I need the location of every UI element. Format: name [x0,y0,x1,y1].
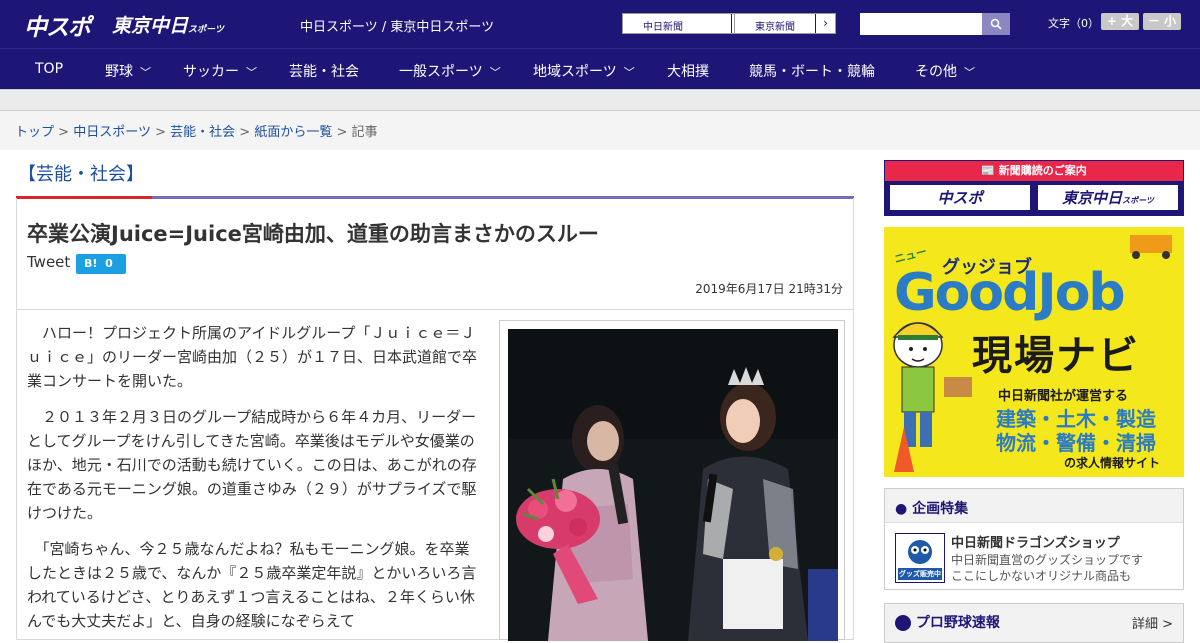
pin-icon: ● [895,501,913,517]
hatena-icon: B! [84,257,98,270]
font-smaller-button[interactable]: － 小 [1143,13,1181,30]
breadcrumb-separator: > [336,125,348,140]
breadcrumb-separator: > [58,125,70,140]
font-bigger-button[interactable]: + 大 [1101,13,1139,30]
article-date: 2019年6月17日 21時31分 [695,282,843,296]
article-header: 卒業公演Juice=Juice宮崎由加、道重の助言まさかのスルー Tweet B… [16,198,854,310]
nav-label: 芸能・社会 [289,64,359,80]
nav-item-top[interactable]: TOP [35,61,63,77]
feature-item-description: 中日新聞直営のグッズショップです ここにしかないオリジナル商品も [951,552,1143,584]
subscribe-tokyo-label: 東京中日 [1062,189,1123,207]
breadcrumb: トップ > 中日スポーツ > 芸能・社会 > 紙面から一覧 > 記事 [0,110,1200,150]
chevron-down-icon: ﹀ [964,66,975,79]
subscription-title: 📰 新聞購読のご案内 [885,161,1183,181]
chevron-down-icon: ﹀ [140,66,151,79]
breadcrumb-separator: > [239,125,251,140]
subscription-title-text: 新聞購読のご案内 [998,164,1087,177]
nav-item-local-sports[interactable]: 地域スポーツ ﹀ [533,61,635,81]
baseball-icon [895,615,911,631]
ad-sub: 現場ナビ [972,333,1140,379]
dragons-shop-thumbnail[interactable]: グッズ販売中 [895,533,945,583]
goodjob-ad-banner[interactable]: グッジョブ ニュー GoodJob 現場ナビ 中日新聞社が運営する 建築・土木・… [884,227,1184,477]
search-input[interactable] [860,13,1010,35]
article-column: 【芸能・社会】 卒業公演Juice=Juice宮崎由加、道重の助言まさかのスルー… [16,150,854,641]
nav-item-general-sports[interactable]: 一般スポーツ ﹀ [399,61,501,81]
breadcrumb-paper-list[interactable]: 紙面から一覧 [254,125,332,140]
ad-line3: の求人情報サイト [1064,456,1161,470]
ad-operator: 中日新聞社が運営する [998,389,1129,404]
concert-photo-illustration [508,329,838,641]
baseball-more-link[interactable]: 詳細 > [1132,613,1173,632]
article-photo[interactable] [499,320,845,641]
feature-box: ● 企画特集 グッズ販売中 中日新聞ドラゴンズショップ 中日新聞直営のグッズショ… [884,488,1184,590]
dragons-thumb-label: グッズ販売中 [899,570,941,578]
nav-label: TOP [35,61,64,77]
tweet-button[interactable]: Tweet [27,253,70,271]
ad-brand: GoodJob [894,263,1126,323]
article-paragraph: ハロー！プロジェクト所属のアイドルグループ「Ｊｕｉｃｅ＝Ｊｕｉｃｅ」のリーダー宮… [27,324,478,390]
nav-item-sumo[interactable]: 大相撲 [667,61,709,81]
breadcrumb-entertainment[interactable]: 芸能・社会 [170,125,235,140]
nav-item-racing[interactable]: 競馬・ボート・競輪 [749,61,875,81]
category-label[interactable]: 【芸能・社会】 [18,164,144,185]
nav-label: 大相撲 [667,64,709,80]
subscribe-tokyo-button[interactable]: 東京中日スポーツ [1036,183,1180,212]
article-title: 卒業公演Juice=Juice宮崎由加、道重の助言まさかのスルー [27,222,599,246]
chevron-right-icon: › [815,14,835,33]
nav-item-baseball[interactable]: 野球 ﹀ [105,61,151,81]
article-body: ハロー！プロジェクト所属のアイドルグループ「Ｊｕｉｃｅ＝Ｊｕｉｃｅ」のリーダー宮… [16,310,854,641]
feature-desc-line2: ここにしかないオリジナル商品も [951,569,1132,583]
font-size-label: 文字（0） [1048,17,1099,30]
sub-nav-bar [0,89,1200,110]
tokyo-logo-small: スポーツ [188,25,224,35]
chunichi-shimbun-link[interactable]: 中日新聞› [622,13,752,34]
breadcrumb-chuspo[interactable]: 中日スポーツ [73,125,151,140]
nav-label: 競馬・ボート・競輪 [749,64,875,80]
main-nav: TOP 野球 ﹀ サッカー ﹀ 芸能・社会 一般スポーツ ﹀ 地域スポーツ ﹀ 大相撲 … [0,48,1200,89]
subscribe-chuspo-button[interactable]: 中スポ [888,183,1032,212]
nav-item-soccer[interactable]: サッカー ﹀ [183,61,257,81]
nav-label: 一般スポーツ [399,64,483,80]
breadcrumb-top[interactable]: トップ [15,125,54,140]
nav-label: 野球 [105,64,133,80]
nav-label: 地域スポーツ [533,64,617,80]
hatena-bookmark-button[interactable]: B! 0 [76,254,126,274]
header-bar: 中スポ 東京中日スポーツ 中日スポーツ / 東京中日スポーツ 中日新聞› 東京新… [0,0,1200,48]
article-text: ハロー！プロジェクト所属のアイドルグループ「Ｊｕｉｃｅ＝Ｊｕｉｃｅ」のリーダー宮… [27,310,477,633]
feature-desc-line1: 中日新聞直営のグッズショップです [951,553,1144,567]
nav-label: その他 [915,64,957,80]
baseball-scores-box: プロ野球速報 詳細 > [884,603,1184,643]
feature-header: ● 企画特集 [885,489,1183,523]
article-paragraph: ２０１３年２月３日のグループ結成時から６年４カ月、リーダーとしてグループをけん引… [27,408,477,522]
tokyo-shimbun-link[interactable]: 東京新聞 › [734,13,836,34]
site-name[interactable]: 中日スポーツ / 東京中日スポーツ [300,16,494,35]
baseball-title: プロ野球速報 [915,615,1000,631]
tokyo-logo-text: 東京中日 [112,15,189,37]
sidebar: 📰 新聞購読のご案内 中スポ 東京中日スポーツ グッジョブ ニュー GoodJo… [884,160,1184,643]
ext-link1-label: 中日新聞 [643,22,683,33]
nav-item-other[interactable]: その他 ﹀ [915,61,975,81]
chuspo-logo[interactable]: 中スポ [24,8,91,42]
tokyo-chunichi-logo[interactable]: 東京中日スポーツ [112,11,224,38]
category-heading: 【芸能・社会】 [16,150,854,199]
feature-title: 企画特集 [912,501,969,517]
newspaper-icon: 📰 [981,164,999,177]
hatena-count: 0 [105,257,113,270]
ad-line2: 物流・警備・清掃 [996,431,1156,455]
subscription-box: 📰 新聞購読のご案内 中スポ 東京中日スポーツ [884,160,1184,216]
breadcrumb-current: 記事 [351,125,378,140]
feature-item-title[interactable]: 中日新聞ドラゴンズショップ [951,532,1120,551]
nav-label: サッカー [183,64,239,80]
nav-item-entertainment[interactable]: 芸能・社会 [289,61,359,81]
search-icon [990,18,1002,30]
chevron-down-icon: ﹀ [246,66,257,79]
ext-link2-label: 東京新聞 [755,22,795,33]
concert-photo [508,329,838,641]
article-paragraph: 「宮崎ちゃん、今２５歳なんだよね？私もモーニング娘。を卒業したときは２５歳で、な… [27,540,477,630]
chevron-down-icon: ﹀ [489,66,501,79]
search-button[interactable] [982,13,1010,35]
chevron-down-icon: ﹀ [623,66,635,79]
breadcrumb-separator: > [155,125,166,140]
subscribe-tokyo-small: スポーツ [1122,196,1154,205]
